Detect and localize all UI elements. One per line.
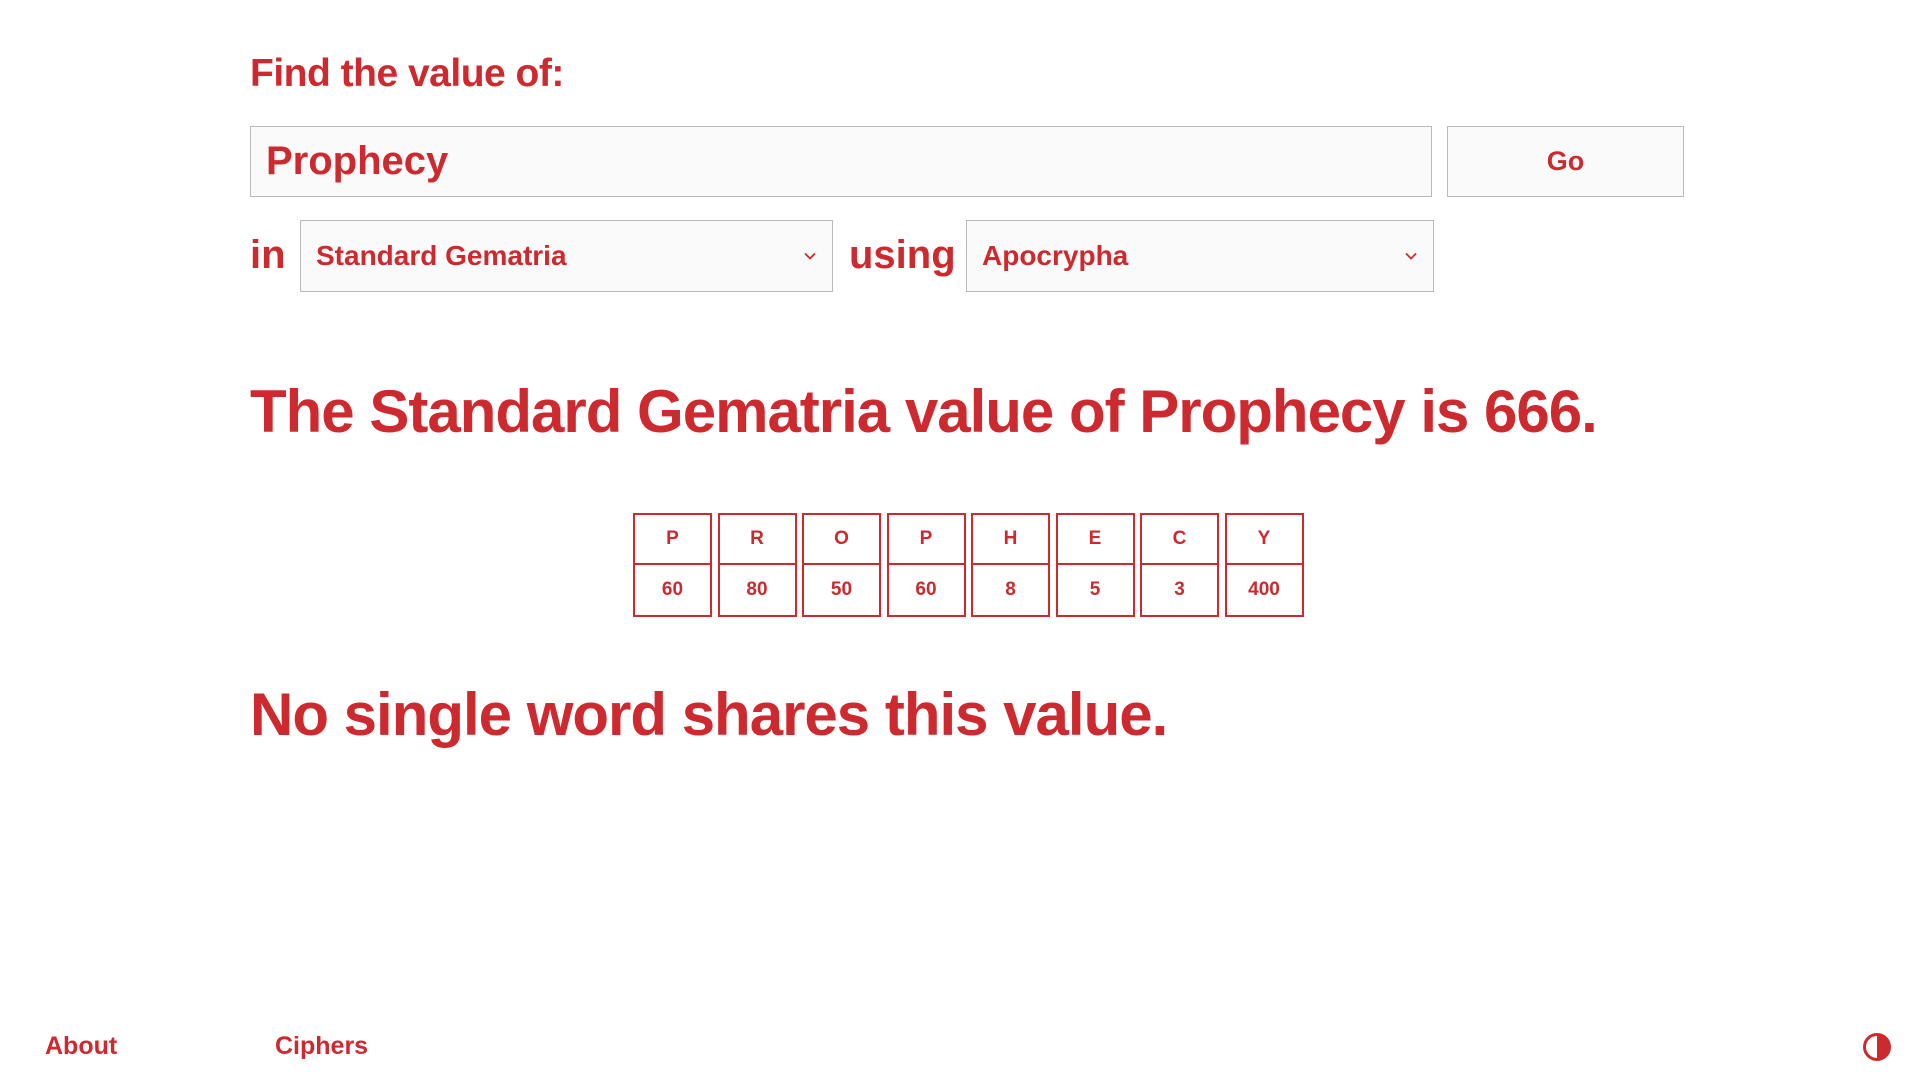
about-link[interactable]: About [45, 1032, 117, 1061]
matches-message: No single word shares this value. [250, 681, 1168, 748]
letter-column: O 50 [802, 513, 881, 617]
letter-value-cell: 60 [633, 565, 712, 617]
letter-value-cell: 400 [1224, 565, 1304, 617]
letter-cell: H [971, 513, 1050, 565]
letter-cell: R [717, 513, 797, 565]
corpus-select[interactable]: Apocrypha [966, 220, 1434, 292]
letter-value-cell: 5 [1055, 565, 1135, 617]
letter-value-cell: 50 [802, 565, 881, 617]
letter-column: Y 400 [1224, 513, 1304, 617]
cipher-select-value: Standard Gematria [316, 240, 567, 271]
corpus-select-value: Apocrypha [982, 240, 1129, 271]
letter-value-cell: 8 [971, 565, 1050, 617]
go-button[interactable]: Go [1447, 126, 1684, 197]
chevron-down-icon [803, 249, 817, 263]
contrast-icon[interactable] [1862, 1032, 1892, 1062]
in-label: in [250, 233, 286, 277]
gematria-app: Find the value of: Go in Standard Gematr… [0, 0, 1917, 1079]
letter-column: P 60 [633, 513, 712, 617]
letter-value-cell: 80 [717, 565, 797, 617]
letter-cell: P [886, 513, 966, 565]
letter-cell: Y [1224, 513, 1304, 565]
letter-cell: C [1140, 513, 1219, 565]
result-heading: The Standard Gematria value of Prophecy … [250, 378, 1598, 445]
using-label: using [849, 233, 956, 277]
letter-column: R 80 [717, 513, 797, 617]
letter-breakdown-table: P 60 R 80 O 50 P 60 H 8 E 5 C 3 Y 400 [633, 513, 1304, 617]
letter-cell: P [633, 513, 712, 565]
ciphers-link[interactable]: Ciphers [275, 1032, 368, 1061]
chevron-down-icon [1404, 249, 1418, 263]
letter-column: H 8 [971, 513, 1050, 617]
letter-cell: O [802, 513, 881, 565]
find-label: Find the value of: [250, 52, 564, 95]
letter-cell: E [1055, 513, 1135, 565]
letter-value-cell: 3 [1140, 565, 1219, 617]
letter-column: E 5 [1055, 513, 1135, 617]
word-input[interactable] [250, 126, 1432, 197]
cipher-select[interactable]: Standard Gematria [300, 220, 833, 292]
letter-value-cell: 60 [886, 565, 966, 617]
letter-column: P 60 [886, 513, 966, 617]
letter-column: C 3 [1140, 513, 1219, 617]
